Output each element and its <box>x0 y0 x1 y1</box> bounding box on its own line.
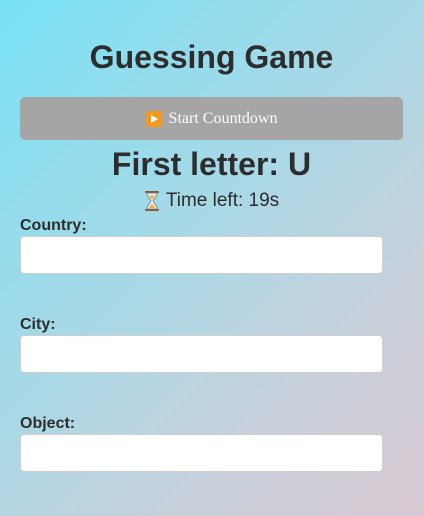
country-input[interactable] <box>20 236 383 274</box>
city-label: City: <box>20 316 56 333</box>
country-label: Country: <box>20 217 87 234</box>
first-letter-heading: First letter: U <box>111 146 312 182</box>
city-input[interactable] <box>20 335 383 373</box>
play-button-icon <box>145 110 162 127</box>
timer-text: Time left: 19s <box>165 190 280 211</box>
timer-display: Time left: 19s <box>20 189 403 213</box>
page-title: Guessing Game <box>89 39 334 75</box>
start-countdown-button[interactable]: Start Countdown <box>20 97 403 140</box>
hourglass-icon <box>144 191 160 211</box>
start-countdown-label: Start Countdown <box>168 109 278 127</box>
object-label: Object: <box>20 415 76 432</box>
object-input[interactable] <box>20 434 383 472</box>
